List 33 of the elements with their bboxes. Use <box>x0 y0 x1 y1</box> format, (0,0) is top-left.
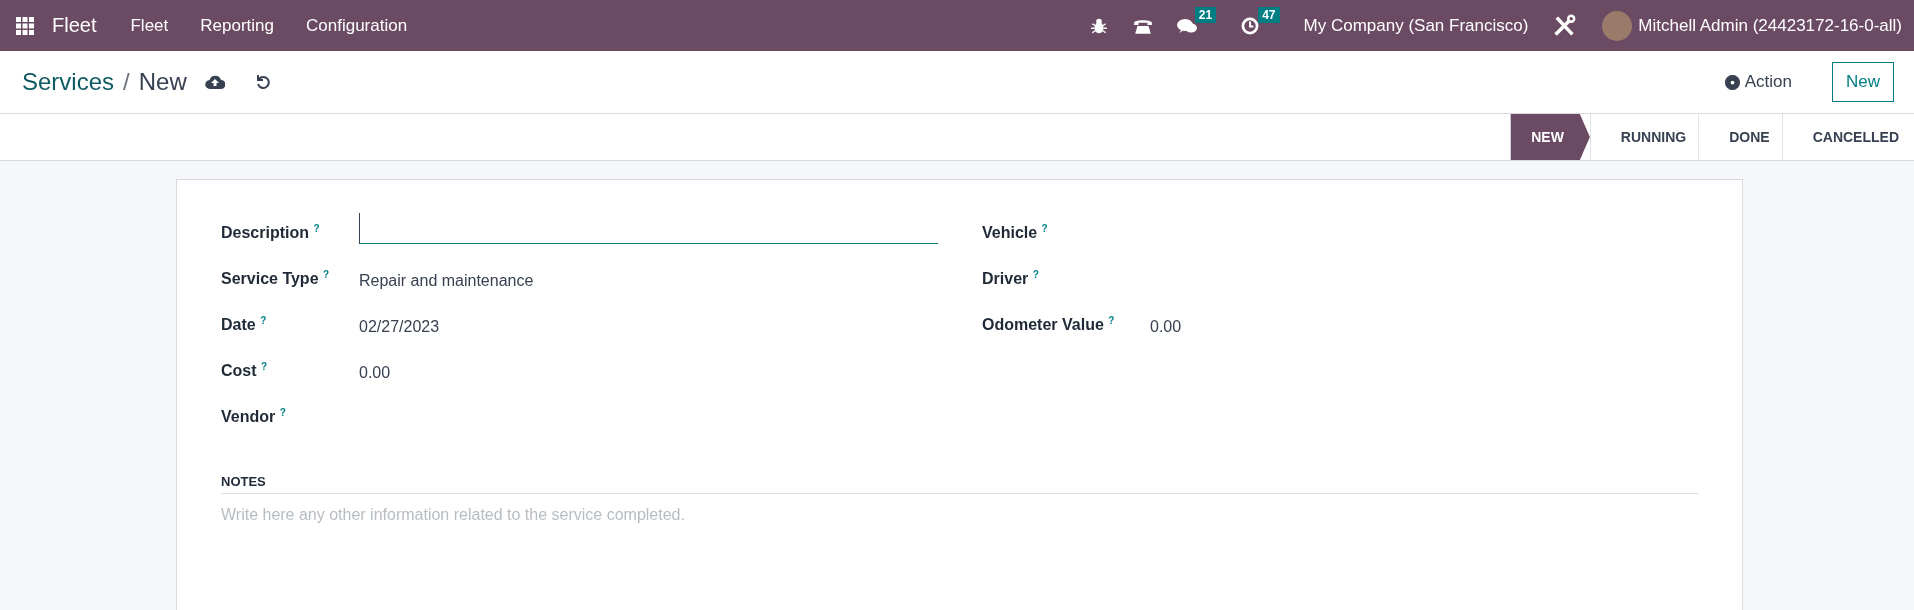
breadcrumb-current: New <box>138 68 187 96</box>
apps-grid-icon[interactable] <box>16 16 34 35</box>
field-label: Odometer Value $^{?}$ <box>982 314 1116 335</box>
menu-item[interactable]: Reporting <box>200 15 274 36</box>
field-value[interactable]: 0.00 <box>1150 318 1182 346</box>
bug-icon[interactable] <box>1088 16 1109 35</box>
stage-button[interactable]: NEW <box>1510 114 1590 160</box>
notes-heading: NOTES <box>221 474 1698 494</box>
chat-icon[interactable] <box>1176 16 1197 35</box>
cloud-upload-icon[interactable] <box>204 74 225 90</box>
field-label: Driver $^{?}$ <box>982 268 1040 289</box>
counter-badge: 47 <box>1258 6 1280 23</box>
field-value[interactable]: 0.00 <box>359 364 391 392</box>
company-switcher[interactable]: My Company (San Francisco) <box>1303 15 1529 36</box>
field-value[interactable]: 02/27/2023 <box>359 318 440 346</box>
field-label: Date $^{?}$ <box>221 314 268 335</box>
breadcrumb-separator: / <box>123 68 130 96</box>
field-label: Vendor $^{?}$ <box>221 406 287 427</box>
new-button[interactable]: New <box>1832 62 1894 102</box>
user-menu[interactable]: Mitchell Admin (24423172-16-0-all) <box>1638 15 1902 36</box>
breadcrumb-link[interactable]: Services <box>22 68 115 96</box>
menu-item[interactable]: Fleet <box>130 15 169 36</box>
clock-icon[interactable] <box>1240 16 1261 35</box>
field-label: Service Type $^{?}$ <box>221 268 331 289</box>
field-value[interactable]: Repair and maintenance <box>359 272 534 300</box>
tools-icon[interactable] <box>1552 13 1577 38</box>
action-button[interactable]: Action <box>1718 71 1798 93</box>
counter-badge: 21 <box>1194 6 1217 23</box>
field-label: Vehicle $^{?}$ <box>982 222 1049 243</box>
app-brand[interactable]: Fleet <box>52 14 97 37</box>
field-label: Description $^{?}$ <box>221 222 321 243</box>
menu-item[interactable]: Configuration <box>306 15 408 36</box>
field-label: Cost $^{?}$ <box>221 360 269 381</box>
